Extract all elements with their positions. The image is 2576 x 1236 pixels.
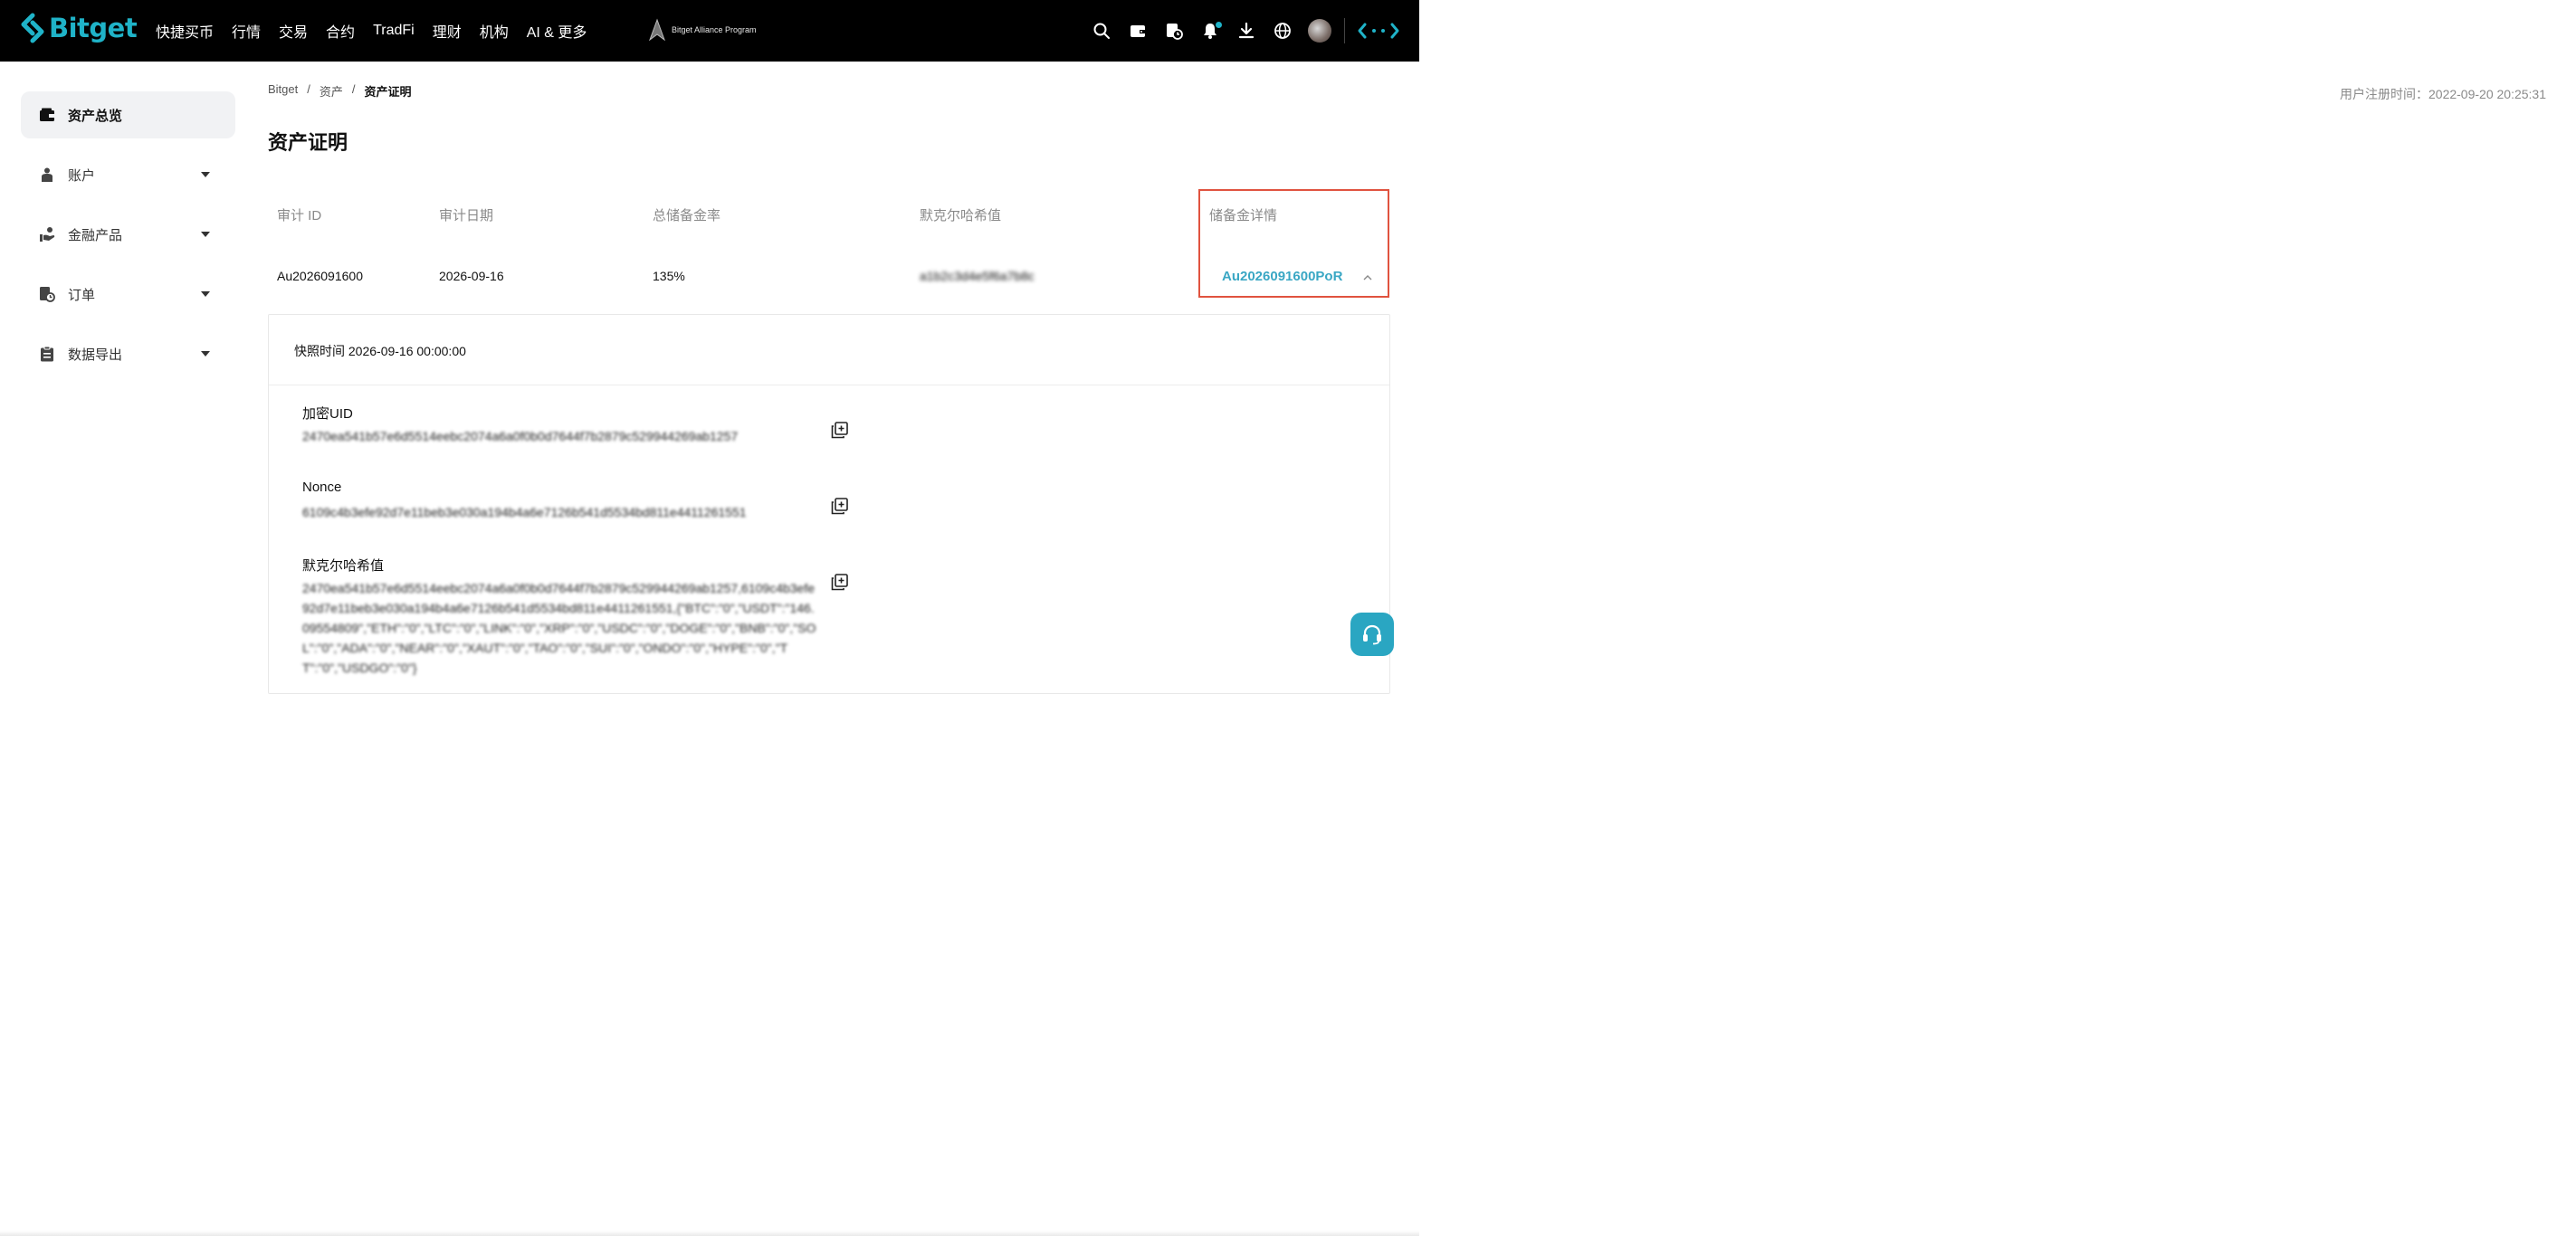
column-header-reserve-ratio: 总储备金率 bbox=[653, 208, 721, 223]
column-header-merkle-hash: 默克尔哈希值 bbox=[920, 208, 1002, 223]
copy-icon[interactable] bbox=[831, 498, 848, 515]
headset-icon bbox=[1363, 624, 1381, 645]
sidebar-item-orders[interactable]: 订单 bbox=[21, 271, 235, 318]
order-icon bbox=[40, 287, 55, 302]
caret-down-icon bbox=[201, 291, 210, 297]
alliance-program-link[interactable]: Bitget Alliance Program bbox=[648, 18, 757, 42]
encrypted-uid-value: 2470ea541b57e6d5514eebc2074a6a0f0b0d7644… bbox=[302, 429, 739, 443]
breadcrumb-separator: / bbox=[307, 82, 310, 96]
sidebar-item-label: 账户 bbox=[68, 167, 96, 184]
breadcrumb-assets[interactable]: 资产 bbox=[320, 82, 343, 100]
snapshot-row: 快照时间 2026-09-16 00:00:00 bbox=[269, 315, 1389, 385]
caret-down-icon bbox=[201, 172, 210, 177]
registration-time: 用户注册时间：2022-09-20 20:25:31 bbox=[2340, 87, 2546, 101]
cell-reserve-ratio: 135% bbox=[653, 269, 685, 283]
customer-support-button[interactable] bbox=[1350, 613, 1394, 656]
sidebar-item-asset-overview[interactable]: 资产总览 bbox=[21, 91, 235, 138]
main-nav: 快捷买币 行情 交易 合约 TradFi 理财 机构 AI & 更多 bbox=[156, 0, 605, 62]
download-icon[interactable] bbox=[1228, 13, 1264, 49]
breadcrumb-current: 资产证明 bbox=[364, 85, 412, 99]
nav-ai-more[interactable]: AI & 更多 bbox=[527, 20, 587, 42]
breadcrumb: Bitget / 资产 / 资产证明 bbox=[268, 82, 421, 100]
brand-name: Bitget bbox=[49, 13, 138, 43]
brand-mark-icon[interactable] bbox=[1358, 22, 1399, 40]
bitget-logo-icon bbox=[21, 13, 44, 43]
breadcrumb-home[interactable]: Bitget bbox=[268, 82, 298, 100]
bitget-logo[interactable]: Bitget bbox=[20, 13, 138, 43]
merkle-hash-label: 默克尔哈希值 bbox=[302, 558, 385, 574]
sidebar-item-data-export[interactable]: 数据导出 bbox=[21, 330, 235, 377]
nonce-label: Nonce bbox=[302, 480, 342, 495]
column-header-audit-date: 审计日期 bbox=[439, 208, 494, 223]
top-right-toolbar bbox=[1083, 0, 1419, 62]
finance-icon bbox=[40, 227, 55, 242]
globe-icon[interactable] bbox=[1264, 13, 1301, 49]
history-icon[interactable] bbox=[1156, 13, 1192, 49]
cell-audit-id: Au2026091600 bbox=[277, 269, 363, 283]
search-icon[interactable] bbox=[1083, 13, 1120, 49]
column-header-audit-id: 审计 ID bbox=[277, 208, 322, 223]
nav-trade[interactable]: 交易 bbox=[279, 20, 308, 42]
caret-down-icon bbox=[201, 351, 210, 357]
cell-merkle-hash: a1b2c3d4e5f6a7b8c9d0 bbox=[920, 269, 1034, 283]
notification-dot bbox=[1216, 22, 1222, 28]
user-icon bbox=[42, 167, 52, 182]
bottom-edge-shadow bbox=[0, 1231, 1419, 1236]
nav-earn[interactable]: 理财 bbox=[433, 20, 462, 42]
encrypted-uid-label: 加密UID bbox=[302, 406, 353, 422]
sidebar-item-label: 资产总览 bbox=[68, 108, 123, 124]
top-navigation-bar: Bitget 快捷买币 行情 交易 合约 TradFi 理财 机构 AI & 更… bbox=[0, 0, 1419, 62]
copy-icon[interactable] bbox=[831, 422, 848, 439]
nonce-value: 6109c4b3efe92d7e11beb3e030a194b4a6e7126b… bbox=[302, 505, 747, 519]
merkle-hash-value: 2470ea541b57e6d5514eebc2074a6a0f0b0d7644… bbox=[302, 581, 816, 675]
clipboard-icon bbox=[41, 346, 53, 362]
breadcrumb-separator: / bbox=[351, 82, 356, 96]
sidebar-item-label: 数据导出 bbox=[68, 347, 123, 363]
sidebar-item-financial-products[interactable]: 金融产品 bbox=[21, 211, 235, 258]
page-title: 资产证明 bbox=[268, 131, 348, 154]
toolbar-divider bbox=[1344, 18, 1345, 43]
nav-futures[interactable]: 合约 bbox=[326, 20, 355, 42]
nav-quick-buy[interactable]: 快捷买币 bbox=[156, 20, 214, 42]
nav-markets[interactable]: 行情 bbox=[232, 20, 261, 42]
alliance-emblem-icon bbox=[648, 18, 666, 42]
chevron-up-icon[interactable] bbox=[1363, 273, 1372, 282]
avatar[interactable] bbox=[1308, 19, 1331, 43]
cell-audit-date: 2026-09-16 bbox=[439, 269, 504, 283]
caret-down-icon bbox=[201, 232, 210, 237]
reserve-details-link[interactable]: Au2026091600PoR bbox=[1222, 269, 1342, 284]
column-header-reserve-details: 储备金详情 bbox=[1209, 208, 1278, 223]
nav-institutional[interactable]: 机构 bbox=[480, 20, 509, 42]
copy-icon[interactable] bbox=[831, 574, 848, 591]
nav-tradfi[interactable]: TradFi bbox=[373, 23, 415, 39]
bell-icon[interactable] bbox=[1192, 13, 1228, 49]
sidebar-item-account[interactable]: 账户 bbox=[21, 151, 235, 198]
wallet-icon bbox=[40, 108, 54, 121]
wallet-icon[interactable] bbox=[1120, 13, 1156, 49]
snapshot-time: 快照时间 2026-09-16 00:00:00 bbox=[294, 344, 466, 358]
sidebar-item-label: 订单 bbox=[68, 287, 96, 303]
sidebar: 资产总览 账户 金融产品 订单 数据导出 bbox=[0, 62, 253, 681]
sidebar-item-label: 金融产品 bbox=[68, 227, 123, 243]
alliance-program-label: Bitget Alliance Program bbox=[672, 25, 757, 34]
